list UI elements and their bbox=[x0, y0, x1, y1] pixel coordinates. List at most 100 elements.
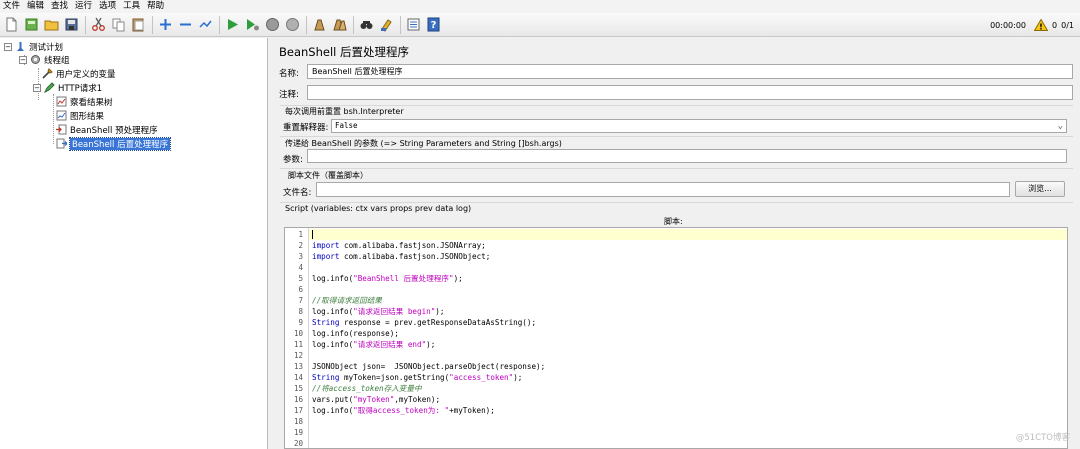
text-caret bbox=[312, 230, 313, 239]
code-token: log.info( bbox=[312, 340, 354, 349]
tree-node-beanshell-pre[interactable]: BeanShell 预处理程序 bbox=[56, 123, 158, 136]
tree-node-thread-group[interactable]: − 线程组 bbox=[19, 53, 70, 66]
tree-label: BeanShell 预处理程序 bbox=[70, 125, 158, 136]
clear-all-icon[interactable] bbox=[331, 16, 348, 33]
reset-search-icon[interactable] bbox=[378, 16, 395, 33]
tree-node-beanshell-post[interactable]: BeanShell 后置处理程序 bbox=[56, 136, 172, 151]
code-line: //将access_token存入变量中 bbox=[312, 383, 1067, 394]
reset-interpreter-select[interactable]: False ⌄ bbox=[331, 119, 1067, 133]
stop-icon[interactable] bbox=[264, 16, 281, 33]
preprocessor-icon bbox=[56, 124, 67, 135]
open-icon[interactable] bbox=[43, 16, 60, 33]
clear-icon[interactable] bbox=[311, 16, 328, 33]
tree-line bbox=[53, 94, 54, 144]
search-icon[interactable] bbox=[358, 16, 375, 33]
collapse-icon[interactable] bbox=[177, 16, 194, 33]
paste-icon[interactable] bbox=[130, 16, 147, 33]
templates-icon[interactable] bbox=[23, 16, 40, 33]
tree-node-http-request[interactable]: − HTTP请求1 bbox=[33, 81, 102, 94]
toolbar-separator bbox=[400, 15, 401, 34]
warning-icon[interactable]: ! bbox=[1034, 19, 1049, 31]
toolbar-separator bbox=[219, 15, 220, 34]
toolbar-separator bbox=[353, 15, 354, 34]
group-divider bbox=[280, 136, 1073, 137]
code-line: log.info("BeanShell 后置处理程序"); bbox=[312, 273, 1067, 284]
expand-icon[interactable] bbox=[157, 16, 174, 33]
test-plan-tree: − 测试计划 − 线程组 用户定义的变量 − HTTP请求1 察看结果树 图形结… bbox=[0, 38, 268, 449]
code-token: import bbox=[312, 252, 340, 261]
comment-field[interactable] bbox=[307, 85, 1073, 100]
code-line: import com.alibaba.fastjson.JSONObject; bbox=[312, 251, 1067, 262]
file-label: 文件名: bbox=[283, 188, 312, 198]
menu-help[interactable]: 帮助 bbox=[147, 0, 164, 13]
code-token: response = prev.getResponseDataAsString(… bbox=[339, 318, 537, 327]
line-number: 6 bbox=[298, 285, 303, 294]
menu-file[interactable]: 文件 bbox=[3, 0, 20, 13]
new-icon[interactable] bbox=[3, 16, 20, 33]
file-name-field[interactable] bbox=[316, 182, 1010, 197]
help-icon[interactable]: ? bbox=[425, 16, 442, 33]
menu-run[interactable]: 运行 bbox=[75, 0, 92, 13]
name-field[interactable]: BeanShell 后置处理程序 bbox=[307, 64, 1073, 79]
start-icon[interactable] bbox=[224, 16, 241, 33]
collapse-toggle[interactable]: − bbox=[19, 55, 27, 64]
menu-search[interactable]: 查找 bbox=[51, 0, 68, 13]
line-number: 19 bbox=[293, 428, 303, 437]
menu-tools[interactable]: 工具 bbox=[123, 0, 140, 13]
svg-text:?: ? bbox=[431, 20, 437, 31]
reset-group-title: 每次调用前重置 bsh.Interpreter bbox=[285, 107, 404, 116]
comment-label: 注释: bbox=[279, 90, 299, 100]
code-line: String myToken=json.getString("access_to… bbox=[312, 372, 1067, 383]
line-number: 12 bbox=[293, 351, 303, 360]
code-line: log.info("取得access_token为: "+myToken); bbox=[312, 405, 1067, 416]
copy-icon[interactable] bbox=[110, 16, 127, 33]
name-label: 名称: bbox=[279, 69, 299, 79]
beanshell-post-panel: BeanShell 后置处理程序 名称: BeanShell 后置处理程序 注释… bbox=[270, 38, 1080, 449]
code-token: "access_token" bbox=[449, 373, 514, 382]
reset-label: 重置解释器: bbox=[283, 123, 329, 133]
toolbar-separator bbox=[152, 15, 153, 34]
script-editor[interactable]: 1 2 3 4 5 6 7 8 9 10 11 12 13 14 15 16 17 18 19 20 import c… bbox=[284, 227, 1068, 449]
save-icon[interactable] bbox=[63, 16, 80, 33]
browse-button[interactable]: 浏览... bbox=[1015, 181, 1065, 197]
tree-label: 图形结果 bbox=[70, 111, 105, 122]
page-title: BeanShell 后置处理程序 bbox=[279, 45, 410, 59]
line-number: 4 bbox=[298, 263, 303, 272]
collapse-toggle[interactable]: − bbox=[33, 83, 41, 92]
menu-edit[interactable]: 编辑 bbox=[27, 0, 44, 13]
menu-options[interactable]: 选项 bbox=[99, 0, 116, 13]
line-number: 18 bbox=[293, 417, 303, 426]
tree-node-graph-results[interactable]: 图形结果 bbox=[56, 109, 104, 122]
tree-node-view-results-tree[interactable]: 察看结果树 bbox=[56, 95, 113, 108]
code-token: +myToken); bbox=[449, 406, 495, 415]
threads-count: 0/1 bbox=[1061, 20, 1074, 30]
toolbar: ? 00:00:00 ! 0 0/1 bbox=[0, 13, 1080, 37]
collapse-toggle[interactable]: − bbox=[4, 42, 12, 51]
line-number: 14 bbox=[293, 373, 303, 382]
line-number: 10 bbox=[293, 329, 303, 338]
line-number: 2 bbox=[298, 241, 303, 250]
line-number: 20 bbox=[293, 439, 303, 448]
menu-bar: 文件 编辑 查找 运行 选项 工具 帮助 bbox=[0, 0, 1080, 13]
line-number: 13 bbox=[293, 362, 303, 371]
params-group-title: 传递给 BeanShell 的参数 (=> String Parameters … bbox=[285, 139, 562, 148]
toolbar-separator bbox=[85, 15, 86, 34]
tree-node-test-plan[interactable]: − 测试计划 bbox=[4, 40, 63, 53]
group-divider bbox=[280, 202, 1073, 203]
cut-icon[interactable] bbox=[90, 16, 107, 33]
tree-node-user-vars[interactable]: 用户定义的变量 bbox=[42, 67, 116, 80]
line-number: 11 bbox=[293, 340, 303, 349]
code-token: log.info( bbox=[312, 406, 354, 415]
code-token: myToken=json.getString( bbox=[339, 373, 450, 382]
params-field[interactable] bbox=[307, 149, 1067, 163]
function-helper-icon[interactable] bbox=[405, 16, 422, 33]
shutdown-icon[interactable] bbox=[284, 16, 301, 33]
toggle-icon[interactable] bbox=[197, 16, 214, 33]
code-line: vars.put("myToken",myToken); bbox=[312, 394, 1067, 405]
start-no-pause-icon[interactable] bbox=[244, 16, 261, 33]
code-token: vars.put( bbox=[312, 395, 354, 404]
